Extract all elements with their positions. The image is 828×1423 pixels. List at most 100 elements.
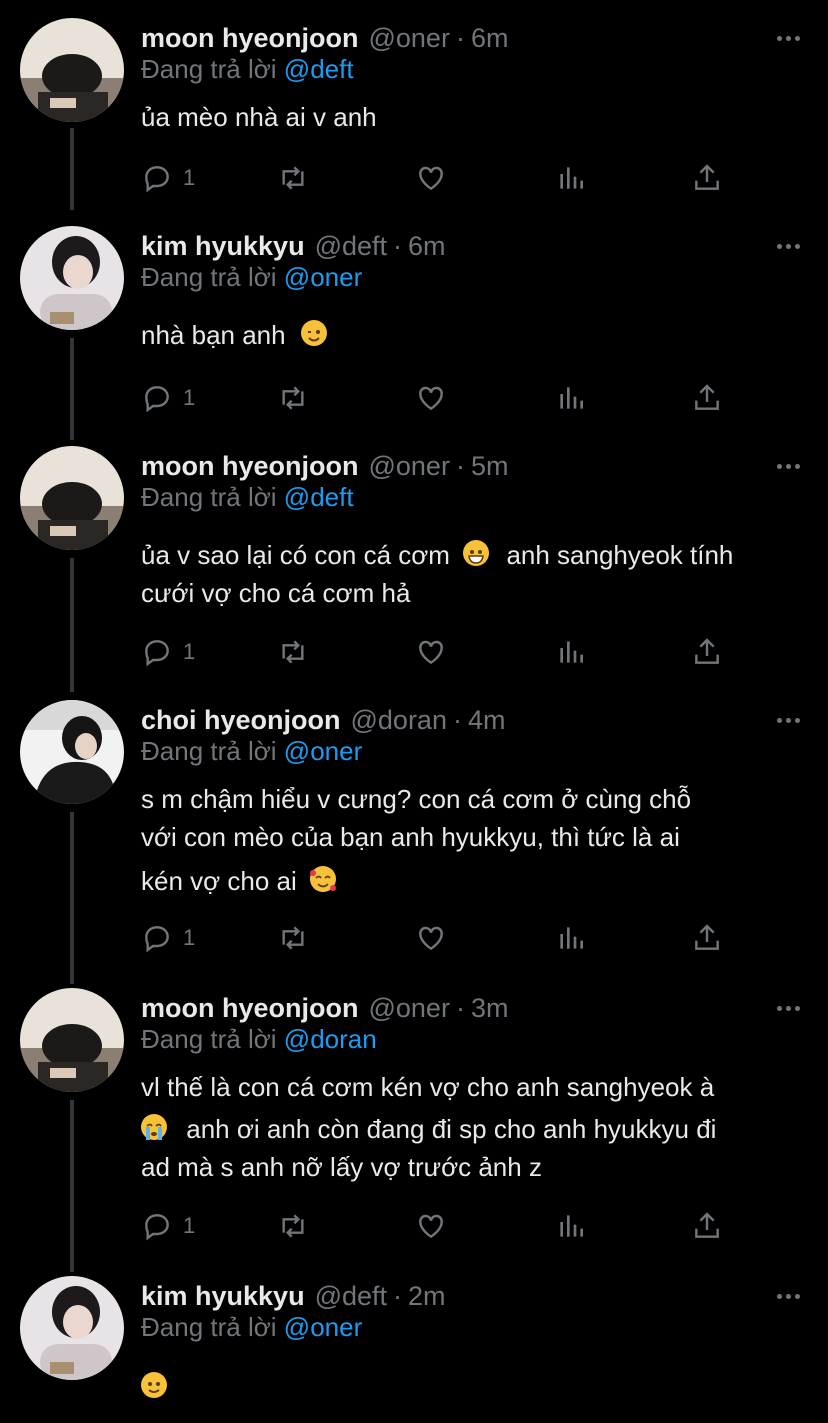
retweet-button[interactable]: [277, 378, 309, 418]
replying-to: Đang trả lời @deft: [141, 482, 354, 513]
timestamp[interactable]: 6m: [471, 23, 509, 54]
tweet-text-line: ủa mèo nhà ai v anh: [141, 102, 377, 132]
replying-label: Đang trả lời: [141, 736, 277, 766]
timestamp[interactable]: 2m: [408, 1281, 446, 1312]
avatar[interactable]: [20, 18, 124, 122]
retweet-button[interactable]: [277, 1206, 309, 1246]
like-button[interactable]: [415, 158, 447, 198]
replying-to: Đang trả lời @oner: [141, 736, 362, 767]
timestamp[interactable]: 5m: [471, 451, 509, 482]
reply-button[interactable]: 1: [141, 378, 195, 418]
user-handle[interactable]: @oner: [368, 23, 449, 54]
loudly-crying-face-emoji: [141, 1114, 167, 1140]
mention-link[interactable]: @oner: [284, 262, 362, 292]
replying-label: Đang trả lời: [141, 1312, 277, 1342]
separator: ·: [455, 22, 465, 53]
share-icon: [695, 638, 719, 664]
mention-link[interactable]: @doran: [284, 1024, 377, 1054]
analytics-button[interactable]: [555, 1206, 587, 1246]
replying-to: Đang trả lời @deft: [141, 54, 354, 85]
action-bar: 1: [141, 378, 741, 418]
more-icon[interactable]: [777, 1276, 800, 1316]
user-handle[interactable]: @deft: [315, 231, 387, 262]
like-button[interactable]: [415, 378, 447, 418]
display-name[interactable]: kim hyukkyu: [141, 231, 305, 262]
timestamp[interactable]: 3m: [471, 993, 509, 1024]
reply-button[interactable]: 1: [141, 158, 195, 198]
avatar[interactable]: [20, 446, 124, 550]
more-icon[interactable]: [777, 226, 800, 266]
tweet-text-segment: nhà bạn anh: [141, 320, 286, 350]
tweet-text-line: nhà bạn anh: [141, 316, 806, 354]
replying-to: Đang trả lời @doran: [141, 1024, 377, 1055]
user-handle[interactable]: @oner: [368, 993, 449, 1024]
analytics-button[interactable]: [555, 632, 587, 672]
like-icon: [419, 1214, 443, 1239]
tweet-text-line: ủa v sao lại có con cá cơm anh sanghyeok…: [141, 536, 806, 574]
reply-count: 1: [183, 165, 196, 190]
avatar[interactable]: [20, 988, 124, 1092]
winking-face-emoji: [300, 320, 327, 346]
display-name[interactable]: moon hyeonjoon: [141, 993, 358, 1024]
display-name[interactable]: kim hyukkyu: [141, 1281, 305, 1312]
like-button[interactable]: [415, 918, 447, 958]
action-bar: 1: [141, 918, 741, 958]
reply-button[interactable]: 1: [141, 1206, 195, 1246]
share-button[interactable]: [691, 918, 723, 958]
timestamp[interactable]: 4m: [468, 705, 506, 736]
retweet-button[interactable]: [277, 918, 309, 958]
mention-link[interactable]: @oner: [284, 1312, 362, 1342]
reply-button[interactable]: 1: [141, 918, 195, 958]
retweet-button[interactable]: [277, 632, 309, 672]
timestamp[interactable]: 6m: [408, 231, 446, 262]
analytics-button[interactable]: [555, 158, 587, 198]
tweet-text: vl thế là con cá cơm kén vợ cho anh sang…: [141, 1068, 806, 1186]
tweet-text-line: với con mèo của bạn anh hyukkyu, thì tức…: [141, 822, 680, 852]
retweet-button[interactable]: [277, 158, 309, 198]
reply-icon: [145, 926, 169, 953]
more-icon[interactable]: [777, 18, 800, 58]
display-name[interactable]: moon hyeonjoon: [141, 451, 358, 482]
reply-button[interactable]: 1: [141, 632, 195, 672]
user-handle[interactable]: @oner: [368, 451, 449, 482]
thread-line: [70, 1100, 74, 1272]
more-icon[interactable]: [777, 700, 800, 740]
like-button[interactable]: [415, 1206, 447, 1246]
more-icon[interactable]: [777, 446, 800, 486]
tweet-text-segment: anh ơi anh còn đang đi sp cho anh hyukky…: [186, 1114, 717, 1144]
reply-icon: [145, 640, 169, 667]
thread-line: [70, 338, 74, 440]
share-button[interactable]: [691, 1206, 723, 1246]
user-handle[interactable]: @deft: [315, 1281, 387, 1312]
action-bar: 1: [141, 1206, 741, 1246]
more-icon[interactable]: [777, 988, 800, 1028]
share-icon: [695, 384, 719, 410]
action-bar: 1: [141, 632, 741, 672]
share-button[interactable]: [691, 158, 723, 198]
like-button[interactable]: [415, 632, 447, 672]
tweet-text-line: cưới vợ cho cá cơm hả: [141, 578, 411, 608]
tweet-text: ủa mèo nhà ai v anh: [141, 98, 806, 136]
user-handle[interactable]: @doran: [351, 705, 447, 736]
analytics-button[interactable]: [555, 918, 587, 958]
separator: ·: [455, 992, 465, 1023]
avatar[interactable]: [20, 1276, 124, 1380]
tweet-text-segment: kén vợ cho ai: [141, 866, 297, 896]
tweet-text-line: kén vợ cho ai: [141, 862, 806, 900]
retweet-icon: [282, 166, 304, 190]
avatar[interactable]: [20, 700, 124, 804]
tweet-text-segment: anh sanghyeok tính: [506, 540, 734, 570]
share-button[interactable]: [691, 378, 723, 418]
display-name[interactable]: moon hyeonjoon: [141, 23, 358, 54]
mention-link[interactable]: @deft: [284, 54, 354, 84]
avatar[interactable]: [20, 226, 124, 330]
mention-link[interactable]: @deft: [284, 482, 354, 512]
mention-link[interactable]: @oner: [284, 736, 362, 766]
like-icon: [419, 386, 443, 411]
share-button[interactable]: [691, 632, 723, 672]
display-name[interactable]: choi hyeonjoon: [141, 705, 341, 736]
reply-icon: [145, 166, 169, 193]
retweet-icon: [282, 1214, 304, 1238]
analytics-button[interactable]: [555, 378, 587, 418]
share-icon: [695, 164, 719, 190]
